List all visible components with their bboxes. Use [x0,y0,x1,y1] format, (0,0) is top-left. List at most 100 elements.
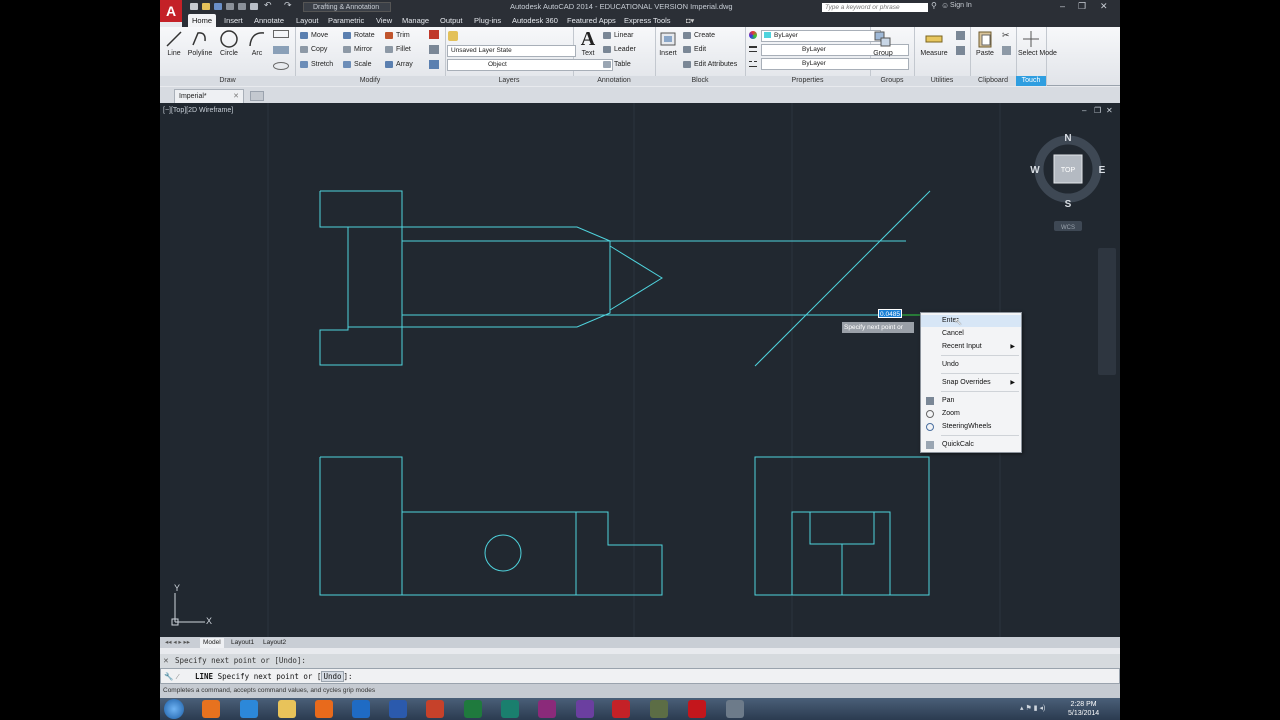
viewport-minimize-icon[interactable]: – [1082,106,1086,115]
start-button[interactable] [164,699,184,719]
publisher-icon[interactable] [501,700,519,718]
sign-in-link[interactable]: Sign In [950,2,972,9]
erase-icon[interactable] [429,30,439,39]
touch-panel-label[interactable]: Touch [1016,76,1046,86]
block-panel-label[interactable]: Block [655,76,745,86]
groups-panel-label[interactable]: Groups [870,76,914,86]
calculator-icon[interactable] [956,46,965,55]
onenote-icon[interactable] [538,700,556,718]
copy-button[interactable]: Copy [300,44,327,55]
paste-button[interactable]: Paste [972,29,998,57]
tab-model[interactable]: Model [200,638,224,648]
viewcube-top[interactable]: TOP [1061,167,1076,174]
undo-icon[interactable]: ↶ [264,0,272,10]
open-icon[interactable] [202,3,210,10]
menu-item-quickcalc[interactable]: QuickCalc [921,439,1021,451]
rotate-button[interactable]: Rotate [343,30,375,41]
menu-item-pan[interactable]: Pan [921,395,1021,407]
save-icon[interactable] [214,3,222,10]
tab-featured-apps[interactable]: Featured Apps [563,14,620,27]
media-player-icon[interactable] [202,700,220,718]
minimize-icon[interactable]: – [1060,1,1065,11]
menu-item-enter[interactable]: Enter [921,315,1021,327]
tab-layout2[interactable]: Layout2 [260,638,289,648]
wcs-menu[interactable]: WCS [1061,225,1075,231]
rectangle-icon[interactable] [273,30,289,38]
tab-view[interactable]: View [372,14,396,27]
menu-item-cancel[interactable]: Cancel [921,328,1021,340]
autodesk-app-icon[interactable] [576,700,594,718]
clock[interactable]: 2:28 PM 5/13/2014 [1068,700,1099,718]
move-button[interactable]: Move [300,30,328,41]
close-icon[interactable]: ✕ [1100,1,1108,12]
color-dropdown[interactable]: ByLayer [761,30,881,42]
navigation-bar[interactable] [1098,248,1116,375]
firefox-icon[interactable] [315,700,333,718]
draw-panel-label[interactable]: Draw [160,76,295,86]
cut-icon[interactable]: ✂ [1002,31,1011,40]
layer-state-dropdown[interactable]: Unsaved Layer State [447,45,576,57]
fillet-button[interactable]: Fillet [385,44,411,55]
recent-commands-icon[interactable]: ⁄ [177,669,178,684]
tab-parametric[interactable]: Parametric [324,14,368,27]
tab-manage[interactable]: Manage [398,14,433,27]
utility-app-icon[interactable] [726,700,744,718]
new-icon[interactable] [190,3,198,10]
tab-layout1[interactable]: Layout1 [228,638,257,648]
viewcube[interactable]: TOP N S E W WCS [1030,133,1106,231]
save-as-icon[interactable] [226,3,234,10]
menu-item-steeringwheels[interactable]: SteeringWheels [921,421,1021,433]
select-mode-button[interactable]: Select Mode [1018,29,1057,58]
menu-item-undo[interactable]: Undo [921,359,1021,371]
dynamic-input-field[interactable]: 0.0485 [878,309,902,318]
command-option-undo[interactable]: Undo [321,671,344,682]
close-tab-icon[interactable]: ✕ [233,90,239,103]
measure-button[interactable]: Measure [918,29,950,57]
system-tray-icons[interactable]: ▴ ⚑ ▮ ◂) [1020,704,1060,714]
workspace-dropdown[interactable]: Drafting & Annotation [303,2,391,12]
acrobat-icon[interactable] [688,700,706,718]
layers-panel-label[interactable]: Layers [445,76,573,86]
ellipse-icon[interactable] [273,62,289,70]
tab-output[interactable]: Output [436,14,467,27]
compass-west[interactable]: W [1030,165,1040,176]
word-icon[interactable] [389,700,407,718]
array-button[interactable]: Array [385,59,413,70]
viewport-controls[interactable]: [−][Top][2D Wireframe] [163,107,233,114]
print-icon[interactable] [238,3,246,10]
compass-south[interactable]: S [1065,199,1072,210]
modify-panel-label[interactable]: Modify [295,76,445,86]
file-explorer-icon[interactable] [278,700,296,718]
outlook-icon[interactable] [352,700,370,718]
linear-dimension-button[interactable]: Linear [603,30,633,41]
viewport-restore-icon[interactable]: ❐ [1094,106,1101,115]
layout-nav-icons[interactable]: ◂◂ ◂ ▸ ▸▸ [162,638,193,648]
search-input[interactable]: Type a keyword or phrase [822,3,928,12]
command-line[interactable]: 🔧 ⁄ LINE Specify next point or [Undo]: [160,668,1120,684]
compass-north[interactable]: N [1064,133,1071,144]
arc-button[interactable]: Arc [244,29,270,57]
circle-button[interactable]: Circle [216,29,242,57]
utilities-panel-label[interactable]: Utilities [914,76,970,86]
insert-block-button[interactable]: Insert [655,29,681,57]
inventor-icon[interactable] [650,700,668,718]
file-tab-imperial[interactable]: Imperial* ✕ [174,89,244,103]
properties-panel-label[interactable]: Properties [745,76,870,86]
scale-button[interactable]: Scale [343,59,372,70]
stretch-button[interactable]: Stretch [300,59,333,70]
explode-icon[interactable] [429,45,439,54]
new-tab-button[interactable] [250,91,264,101]
leader-button[interactable]: Leader [603,44,636,55]
search-icon[interactable]: ⚲ [931,1,937,10]
trim-button[interactable]: Trim [385,30,410,41]
autocad-taskbar-icon[interactable] [612,700,630,718]
powerpoint-icon[interactable] [426,700,444,718]
create-block-button[interactable]: Create [683,30,715,41]
line-button[interactable]: Line [161,29,187,57]
ribbon-toggle-icon[interactable]: ◘▾ [682,14,698,27]
application-menu-button[interactable]: A [160,0,182,22]
tab-plug-ins[interactable]: Plug-ins [470,14,505,27]
tab-annotate[interactable]: Annotate [250,14,288,27]
tab-layout[interactable]: Layout [292,14,323,27]
edit-block-button[interactable]: Edit [683,44,706,55]
